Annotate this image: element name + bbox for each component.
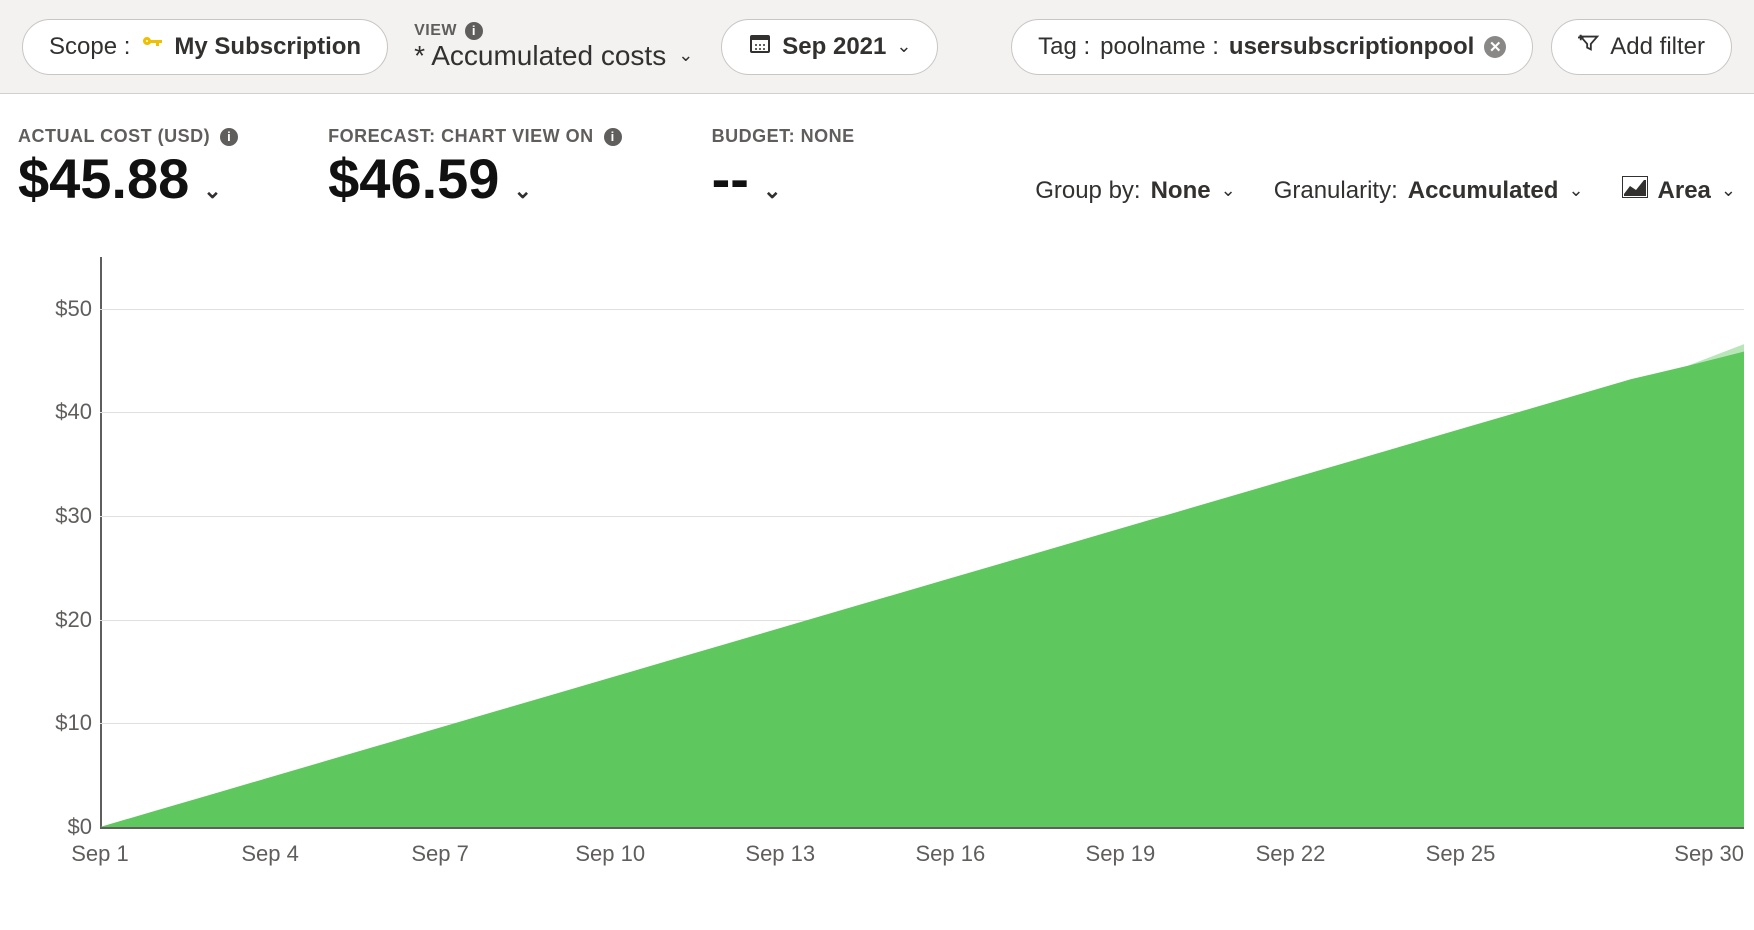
chevron-down-icon: ⌄ [513, 180, 531, 202]
add-filter-icon [1578, 32, 1600, 61]
x-tick-label: Sep 19 [1086, 841, 1156, 867]
x-tick-label: Sep 1 [71, 841, 129, 867]
tag-key: poolname : [1100, 33, 1219, 61]
granularity-value: Accumulated [1408, 177, 1559, 205]
date-range-picker[interactable]: Sep 2021 ⌄ [721, 19, 938, 75]
x-tick-label: Sep 10 [575, 841, 645, 867]
y-tick-label: $0 [68, 814, 92, 840]
tag-filter-chip[interactable]: Tag : poolname : usersubscriptionpool ✕ [1011, 19, 1533, 75]
granularity-label: Granularity: [1274, 177, 1398, 205]
chevron-down-icon: ⌄ [678, 45, 693, 66]
charttype-dropdown[interactable]: Area ⌄ [1622, 176, 1736, 205]
chevron-down-icon: ⌄ [1721, 180, 1736, 201]
x-tick-label: Sep 13 [745, 841, 815, 867]
chevron-down-icon: ⌄ [1568, 180, 1583, 201]
info-icon[interactable]: i [604, 128, 622, 146]
actual-cost-area [100, 352, 1744, 827]
tag-value: usersubscriptionpool [1229, 33, 1474, 61]
x-tick-label: Sep 16 [915, 841, 985, 867]
kpi-forecast-label: FORECAST: CHART VIEW ON [328, 126, 594, 147]
kpi-actual-label: ACTUAL COST (USD) [18, 126, 210, 147]
x-tick-label: Sep 25 [1426, 841, 1496, 867]
scope-label: Scope : [49, 33, 130, 61]
kpi-forecast: FORECAST: CHART VIEW ON i $46.59 ⌄ [328, 126, 622, 207]
x-tick-label: Sep 4 [241, 841, 299, 867]
view-value: * Accumulated costs [414, 40, 666, 72]
info-icon[interactable]: i [465, 22, 483, 40]
kpi-budget-label: BUDGET: NONE [712, 126, 855, 147]
x-tick-label: Sep 22 [1256, 841, 1326, 867]
y-tick-label: $10 [55, 710, 92, 736]
scope-value: My Subscription [174, 33, 361, 61]
view-heading: VIEW [414, 22, 457, 40]
groupby-value: None [1151, 177, 1211, 205]
granularity-dropdown[interactable]: Granularity: Accumulated ⌄ [1274, 177, 1584, 205]
charttype-value: Area [1658, 177, 1711, 205]
scope-picker[interactable]: Scope : My Subscription [22, 19, 388, 75]
add-filter-button[interactable]: Add filter [1551, 19, 1732, 75]
cost-area-chart: $0 $10 $20 $30 $40 $50 Sep 1 Sep 4 Sep 7 Sep 10 S… [10, 257, 1744, 887]
kpi-budget: BUDGET: NONE -- ⌄ [712, 126, 855, 207]
add-filter-label: Add filter [1610, 33, 1705, 61]
kpi-budget-value-dropdown[interactable]: -- ⌄ [712, 151, 855, 207]
chart-plot-area[interactable] [100, 257, 1744, 827]
area-chart-icon [1622, 176, 1648, 205]
chevron-down-icon: ⌄ [763, 180, 781, 202]
y-axis: $0$10$20$30$40$50 [10, 257, 100, 827]
groupby-dropdown[interactable]: Group by: None ⌄ [1035, 177, 1235, 205]
info-icon[interactable]: i [220, 128, 238, 146]
filter-toolbar: Scope : My Subscription VIEW i * Accumul… [0, 0, 1754, 94]
calendar-icon [748, 31, 772, 62]
kpi-forecast-value-dropdown[interactable]: $46.59 ⌄ [328, 151, 622, 207]
kpi-actual-value-dropdown[interactable]: $45.88 ⌄ [18, 151, 238, 207]
view-picker[interactable]: VIEW i * Accumulated costs ⌄ [406, 22, 703, 72]
x-tick-label: Sep 7 [411, 841, 469, 867]
y-tick-label: $40 [55, 399, 92, 425]
y-tick-label: $20 [55, 607, 92, 633]
kpi-forecast-value: $46.59 [328, 151, 499, 207]
groupby-label: Group by: [1035, 177, 1140, 205]
chevron-down-icon: ⌄ [203, 180, 221, 202]
chevron-down-icon: ⌄ [1221, 180, 1236, 201]
kpi-actual-value: $45.88 [18, 151, 189, 207]
kpi-budget-value: -- [712, 151, 749, 207]
x-axis: Sep 1Sep 4Sep 7Sep 10Sep 13Sep 16Sep 19S… [100, 827, 1744, 887]
tag-label: Tag : [1038, 33, 1090, 61]
x-tick-label: Sep 30 [1674, 841, 1744, 867]
date-value: Sep 2021 [782, 33, 886, 61]
kpi-row: ACTUAL COST (USD) i $45.88 ⌄ FORECAST: C… [0, 94, 1754, 217]
kpi-actual-cost: ACTUAL COST (USD) i $45.88 ⌄ [18, 126, 238, 207]
y-tick-label: $30 [55, 503, 92, 529]
remove-filter-icon[interactable]: ✕ [1484, 36, 1506, 58]
key-icon [140, 31, 164, 62]
chevron-down-icon: ⌄ [896, 36, 911, 57]
y-tick-label: $50 [55, 296, 92, 322]
